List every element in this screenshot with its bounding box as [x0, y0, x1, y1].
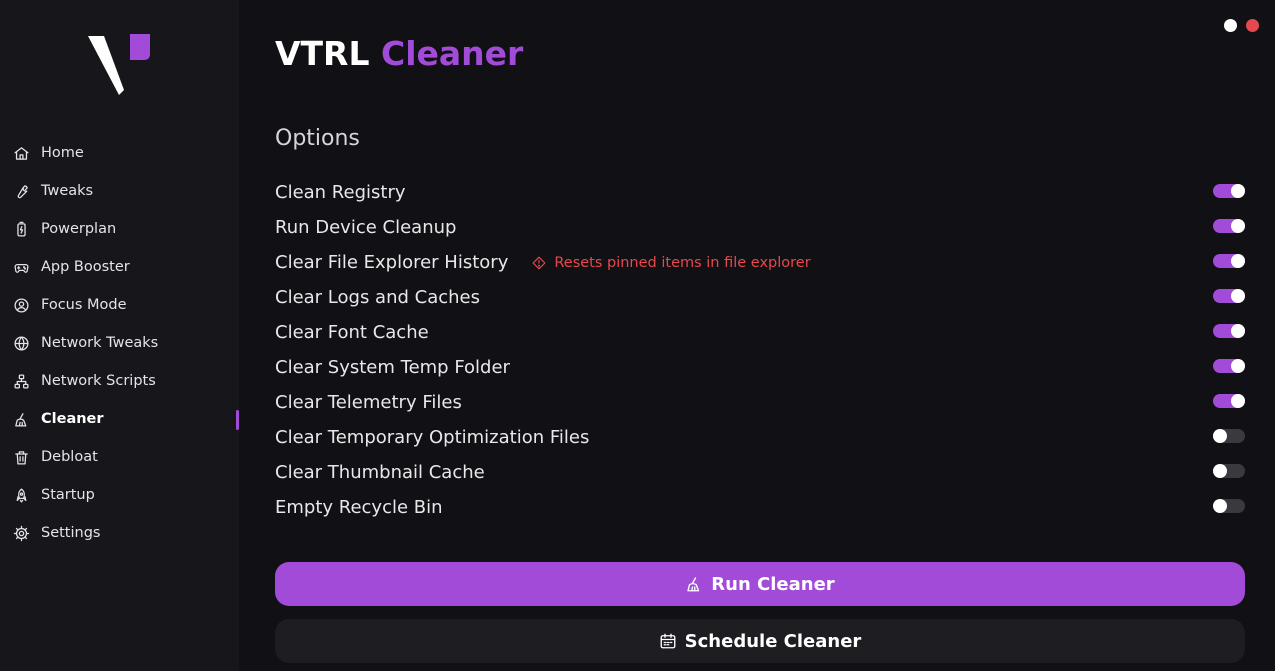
sidebar-item-network-scripts[interactable]: Network Scripts — [0, 362, 239, 400]
option-row-clear-font-cache: Clear Font Cache — [275, 315, 1245, 350]
gear-icon — [13, 525, 30, 542]
options-heading: Options — [275, 126, 360, 151]
run-cleaner-label: Run Cleaner — [711, 573, 835, 595]
sidebar-item-tweaks[interactable]: Tweaks — [0, 172, 239, 210]
trash-icon — [13, 449, 30, 466]
sidebar-item-label: Network Scripts — [41, 373, 156, 389]
page-title-accent: Cleaner — [381, 34, 524, 73]
main-content: VTRL Cleaner Options Clean Registry Run D… — [275, 0, 1245, 671]
option-label: Clear Logs and Caches — [275, 287, 480, 308]
toggle-knob — [1231, 184, 1245, 198]
option-label: Clear Font Cache — [275, 322, 429, 343]
toggle-knob — [1231, 254, 1245, 268]
option-toggle[interactable] — [1213, 289, 1245, 303]
option-row-empty-recycle-bin: Empty Recycle Bin — [275, 490, 1245, 525]
option-warning-text: Resets pinned items in file explorer — [554, 254, 811, 271]
option-toggle[interactable] — [1213, 394, 1245, 408]
sidebar-item-cleaner[interactable]: Cleaner — [0, 400, 239, 438]
wrench-icon — [13, 183, 30, 200]
rocket-icon — [13, 487, 30, 504]
sidebar: Home Tweaks Powerplan App Booster Focus Mode… — [0, 0, 239, 671]
option-label: Run Device Cleanup — [275, 217, 457, 238]
page-title-primary: VTRL — [275, 34, 370, 73]
option-label: Clear Temporary Optimization Files — [275, 427, 590, 448]
user-circle-icon — [13, 297, 30, 314]
option-label: Clean Registry — [275, 182, 406, 203]
warning-diamond-icon — [532, 256, 546, 269]
option-toggle[interactable] — [1213, 324, 1245, 338]
option-toggle[interactable] — [1213, 429, 1245, 443]
home-icon — [13, 145, 30, 162]
option-toggle[interactable] — [1213, 184, 1245, 198]
option-toggle[interactable] — [1213, 499, 1245, 513]
toggle-knob — [1231, 219, 1245, 233]
sidebar-item-powerplan[interactable]: Powerplan — [0, 210, 239, 248]
sidebar-item-home[interactable]: Home — [0, 134, 239, 172]
options-list: Clean Registry Run Device Cleanup Clear Fi… — [275, 175, 1245, 525]
page-title: VTRL Cleaner — [275, 34, 523, 73]
option-toggle[interactable] — [1213, 359, 1245, 373]
option-warning: Resets pinned items in file explorer — [532, 254, 811, 271]
broom-icon — [13, 411, 30, 428]
toggle-knob — [1231, 324, 1245, 338]
sidebar-item-label: Tweaks — [41, 183, 94, 199]
sidebar-item-label: Cleaner — [41, 411, 104, 427]
toggle-knob — [1213, 429, 1227, 443]
option-label: Clear File Explorer History — [275, 252, 509, 273]
sidebar-nav: Home Tweaks Powerplan App Booster Focus Mode… — [0, 134, 239, 552]
run-cleaner-button[interactable]: Run Cleaner — [275, 562, 1245, 606]
sidebar-item-label: App Booster — [41, 259, 130, 275]
option-toggle[interactable] — [1213, 254, 1245, 268]
broom-icon — [687, 577, 700, 592]
sidebar-item-label: Startup — [41, 487, 95, 503]
gamepad-icon — [13, 259, 30, 276]
option-row-clear-file-explorer-history: Clear File Explorer History Resets pinned… — [275, 245, 1245, 280]
sidebar-item-settings[interactable]: Settings — [0, 514, 239, 552]
sidebar-item-debloat[interactable]: Debloat — [0, 438, 239, 476]
sidebar-item-focus-mode[interactable]: Focus Mode — [0, 286, 239, 324]
globe-icon — [13, 335, 30, 352]
battery-icon — [13, 221, 30, 238]
sidebar-item-label: Focus Mode — [41, 297, 127, 313]
active-indicator — [236, 410, 239, 430]
sidebar-item-label: Network Tweaks — [41, 335, 159, 351]
option-row-clean-registry: Clean Registry — [275, 175, 1245, 210]
close-button[interactable] — [1246, 19, 1259, 32]
option-toggle[interactable] — [1213, 219, 1245, 233]
toggle-knob — [1231, 359, 1245, 373]
sidebar-item-startup[interactable]: Startup — [0, 476, 239, 514]
option-row-run-device-cleanup: Run Device Cleanup — [275, 210, 1245, 245]
sidebar-item-label: Powerplan — [41, 221, 117, 237]
option-row-clear-system-temp-folder: Clear System Temp Folder — [275, 350, 1245, 385]
option-label: Clear Thumbnail Cache — [275, 462, 485, 483]
toggle-knob — [1231, 289, 1245, 303]
toggle-knob — [1231, 394, 1245, 408]
toggle-knob — [1213, 499, 1227, 513]
sidebar-item-network-tweaks[interactable]: Network Tweaks — [0, 324, 239, 362]
option-row-clear-temporary-optimization-files: Clear Temporary Optimization Files — [275, 420, 1245, 455]
option-row-clear-telemetry-files: Clear Telemetry Files — [275, 385, 1245, 420]
toggle-knob — [1213, 464, 1227, 478]
option-label: Empty Recycle Bin — [275, 497, 443, 518]
sidebar-item-label: Home — [41, 145, 84, 161]
sidebar-item-label: Debloat — [41, 449, 98, 465]
sidebar-item-app-booster[interactable]: App Booster — [0, 248, 239, 286]
sidebar-item-label: Settings — [41, 525, 101, 541]
network-icon — [13, 373, 30, 390]
app-logo — [88, 34, 150, 95]
option-row-clear-thumbnail-cache: Clear Thumbnail Cache — [275, 455, 1245, 490]
calendar-icon — [660, 633, 676, 649]
option-row-clear-logs-and-caches: Clear Logs and Caches — [275, 280, 1245, 315]
option-label: Clear System Temp Folder — [275, 357, 510, 378]
schedule-cleaner-button[interactable]: Schedule Cleaner — [275, 619, 1245, 663]
option-toggle[interactable] — [1213, 464, 1245, 478]
schedule-cleaner-label: Schedule Cleaner — [684, 630, 862, 652]
option-label: Clear Telemetry Files — [275, 392, 462, 413]
